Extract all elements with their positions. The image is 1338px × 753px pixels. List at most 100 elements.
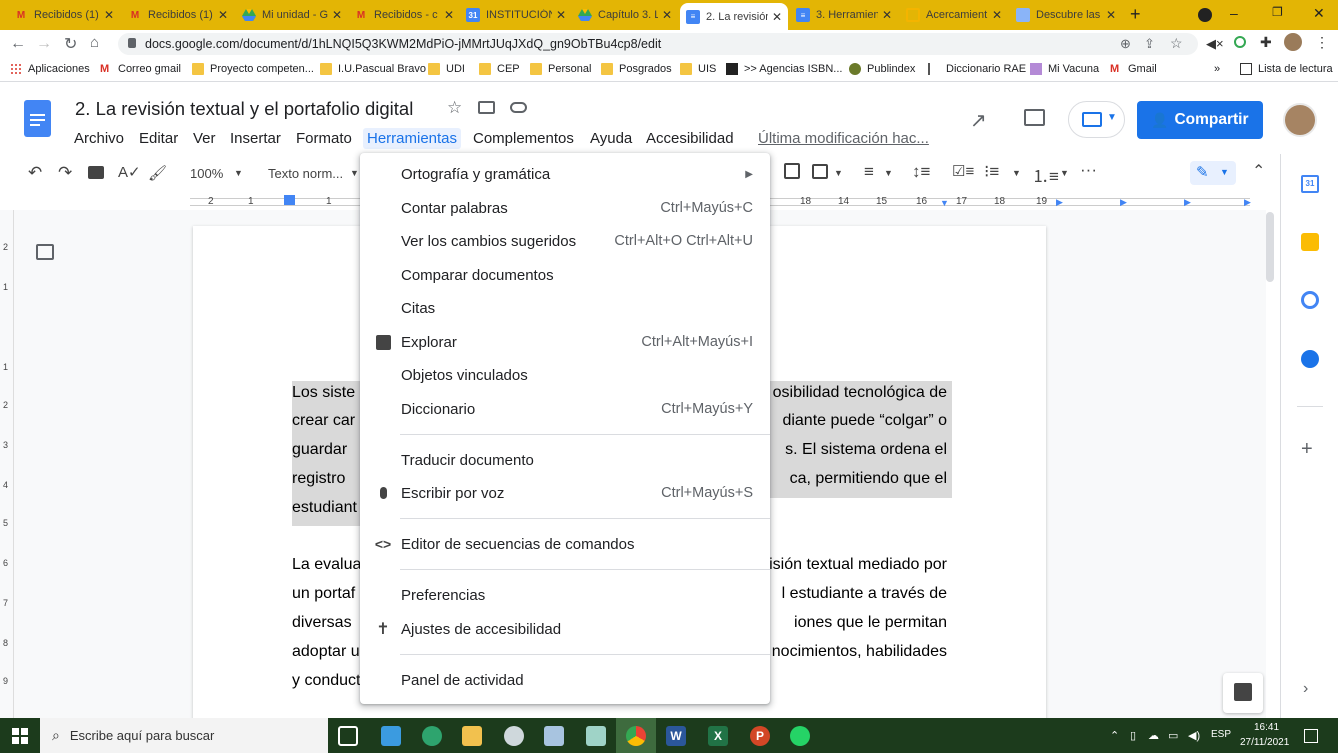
bookmark-item[interactable]: Proyecto competen... bbox=[192, 63, 314, 75]
explore-button[interactable] bbox=[1223, 673, 1263, 713]
document-title[interactable]: 2. La revisión textual y el portafolio d… bbox=[75, 98, 413, 120]
profile-avatar[interactable] bbox=[1284, 33, 1302, 51]
menu-archivo[interactable]: Archivo bbox=[70, 128, 128, 149]
close-window-icon[interactable]: ✕ bbox=[1313, 5, 1325, 22]
tab-stop-icon[interactable]: ▶ bbox=[1244, 197, 1251, 208]
add-addon-icon[interactable]: + bbox=[1301, 438, 1313, 461]
browser-tab[interactable]: Capítulo 3. La ✕ bbox=[572, 2, 678, 28]
insert-image-icon[interactable] bbox=[812, 164, 828, 179]
browser-tab[interactable]: Mi unidad - G ✕ bbox=[236, 2, 348, 28]
mute-icon[interactable]: ◀× bbox=[1206, 36, 1224, 52]
numbered-list-icon[interactable]: ⒈≡ bbox=[1032, 162, 1059, 187]
clock-date[interactable]: 27/11/2021 bbox=[1240, 737, 1289, 748]
close-icon[interactable]: ✕ bbox=[1106, 8, 1116, 22]
word-icon[interactable]: W bbox=[666, 726, 686, 746]
bookmark-star-icon[interactable]: ☆ bbox=[1170, 35, 1183, 52]
powerpoint-icon[interactable]: P bbox=[750, 726, 770, 746]
bookmark-item[interactable]: UDI bbox=[428, 63, 465, 75]
add-comment-icon[interactable] bbox=[784, 163, 800, 179]
calendar-icon[interactable]: 31 bbox=[1301, 175, 1319, 193]
close-icon[interactable]: ✕ bbox=[772, 10, 782, 24]
menu-item-linked-objects[interactable]: Objetos vinculados bbox=[360, 359, 770, 391]
browser-tab-active[interactable]: ≡ 2. La revisión ✕ bbox=[680, 3, 788, 30]
indent-marker-icon[interactable] bbox=[284, 195, 295, 205]
close-icon[interactable]: ✕ bbox=[444, 8, 454, 22]
menu-complementos[interactable]: Complementos bbox=[469, 128, 578, 149]
outlook-icon[interactable] bbox=[381, 726, 401, 746]
chrome-taskbar-active[interactable] bbox=[616, 718, 656, 753]
present-button[interactable]: ▼ bbox=[1068, 101, 1125, 138]
outline-icon[interactable] bbox=[36, 244, 54, 260]
share-button[interactable]: 👤 Compartir bbox=[1137, 101, 1263, 139]
bookmark-item[interactable]: >> Agencias ISBN... bbox=[726, 63, 842, 75]
clock-time[interactable]: 16:41 bbox=[1254, 722, 1279, 733]
browser-tab[interactable]: M Recibidos - c ✕ bbox=[348, 2, 460, 28]
bookmark-item[interactable]: Mi Vacuna bbox=[1030, 63, 1099, 75]
print-icon[interactable] bbox=[88, 166, 104, 179]
menu-ayuda[interactable]: Ayuda bbox=[586, 128, 636, 149]
share-page-icon[interactable]: ⇪ bbox=[1144, 36, 1155, 52]
notifications-icon[interactable] bbox=[1304, 729, 1318, 743]
restore-icon[interactable]: ❐ bbox=[1272, 5, 1283, 19]
bookmark-item[interactable]: M Correo gmail bbox=[100, 63, 181, 75]
bookmark-item[interactable]: M Gmail bbox=[1110, 63, 1157, 75]
reading-list[interactable]: Lista de lectura bbox=[1240, 63, 1333, 75]
file-explorer-icon[interactable] bbox=[462, 726, 482, 746]
bookmark-item[interactable]: Personal bbox=[530, 63, 591, 75]
tab-stop-icon[interactable]: ▶ bbox=[1120, 197, 1127, 208]
whatsapp-icon[interactable] bbox=[790, 726, 810, 746]
align-icon[interactable]: ≡ bbox=[864, 162, 874, 182]
bookmark-item[interactable]: UIS bbox=[680, 63, 716, 75]
move-folder-icon[interactable] bbox=[478, 101, 495, 114]
last-modified-link[interactable]: Última modificación hac... bbox=[754, 128, 933, 149]
network-icon[interactable]: ▭ bbox=[1168, 729, 1178, 742]
menu-item-translate[interactable]: Traducir documento bbox=[360, 444, 770, 476]
forward-icon[interactable]: → bbox=[36, 35, 52, 53]
more-options-icon[interactable]: ··· bbox=[1080, 160, 1097, 180]
tasks-icon[interactable] bbox=[1301, 291, 1319, 309]
menu-item-script-editor[interactable]: <> Editor de secuencias de comandos bbox=[360, 528, 770, 560]
kebab-menu-icon[interactable]: ⋮ bbox=[1315, 34, 1329, 51]
windows-start-icon[interactable] bbox=[12, 728, 28, 744]
calculator-icon[interactable] bbox=[544, 726, 564, 746]
close-icon[interactable]: ✕ bbox=[882, 8, 892, 22]
bookmark-item[interactable]: I.U.Pascual Bravo bbox=[320, 63, 426, 75]
cloud-status-icon[interactable] bbox=[510, 102, 527, 113]
browser-tab[interactable]: ≡ 3. Herramien ✕ bbox=[790, 2, 898, 28]
extensions-puzzle-icon[interactable]: ✚ bbox=[1260, 34, 1272, 51]
usb-icon[interactable]: ▯ bbox=[1130, 729, 1136, 742]
user-avatar[interactable] bbox=[1283, 103, 1317, 137]
zoom-select[interactable]: 100% bbox=[190, 166, 223, 181]
docs-logo-icon[interactable] bbox=[24, 100, 51, 137]
browser-tab[interactable]: 31 INSTITUCIÓN ✕ bbox=[460, 2, 572, 28]
collapse-menus-icon[interactable]: ⌃ bbox=[1252, 161, 1265, 181]
back-icon[interactable]: ← bbox=[10, 35, 26, 53]
contacts-icon[interactable] bbox=[1301, 350, 1319, 368]
menu-formato[interactable]: Formato bbox=[292, 128, 356, 149]
menu-item-suggested-changes[interactable]: Ver los cambios sugeridos Ctrl+Alt+O Ctr… bbox=[360, 225, 770, 257]
paint-format-icon[interactable]: 🖌 bbox=[148, 164, 167, 182]
editing-mode-button[interactable]: ✎ ▼ bbox=[1190, 161, 1236, 185]
taskbar-search[interactable]: ⌕ Escribe aquí para buscar bbox=[40, 718, 328, 753]
menu-item-voice-typing[interactable]: Escribir por voz Ctrl+Mayús+S bbox=[360, 477, 770, 509]
onedrive-icon[interactable]: ☁ bbox=[1148, 729, 1159, 742]
extension-icon[interactable] bbox=[1234, 36, 1246, 48]
line-spacing-icon[interactable]: ↕≡ bbox=[912, 162, 930, 182]
bookmark-item[interactable]: Publindex bbox=[849, 63, 915, 75]
star-icon[interactable]: ☆ bbox=[447, 98, 462, 118]
comments-icon[interactable] bbox=[1024, 109, 1045, 126]
spellcheck-icon[interactable]: A✓ bbox=[118, 163, 141, 181]
task-view-icon[interactable] bbox=[338, 726, 358, 746]
menu-herramientas[interactable]: Herramientas bbox=[363, 128, 462, 149]
edge-icon[interactable] bbox=[422, 726, 442, 746]
chevron-right-icon[interactable]: › bbox=[1303, 680, 1308, 698]
tab-stop-icon[interactable]: ▶ bbox=[1184, 197, 1191, 208]
close-icon[interactable]: ✕ bbox=[556, 8, 566, 22]
menu-editar[interactable]: Editar bbox=[135, 128, 182, 149]
app-icon[interactable] bbox=[586, 726, 606, 746]
close-icon[interactable]: ✕ bbox=[332, 8, 342, 22]
excel-icon[interactable]: X bbox=[708, 726, 728, 746]
menu-item-explore[interactable]: Explorar Ctrl+Alt+Mayús+I bbox=[360, 326, 770, 358]
menu-item-preferences[interactable]: Preferencias bbox=[360, 579, 770, 611]
bookmark-apps[interactable]: Aplicaciones bbox=[10, 63, 90, 75]
